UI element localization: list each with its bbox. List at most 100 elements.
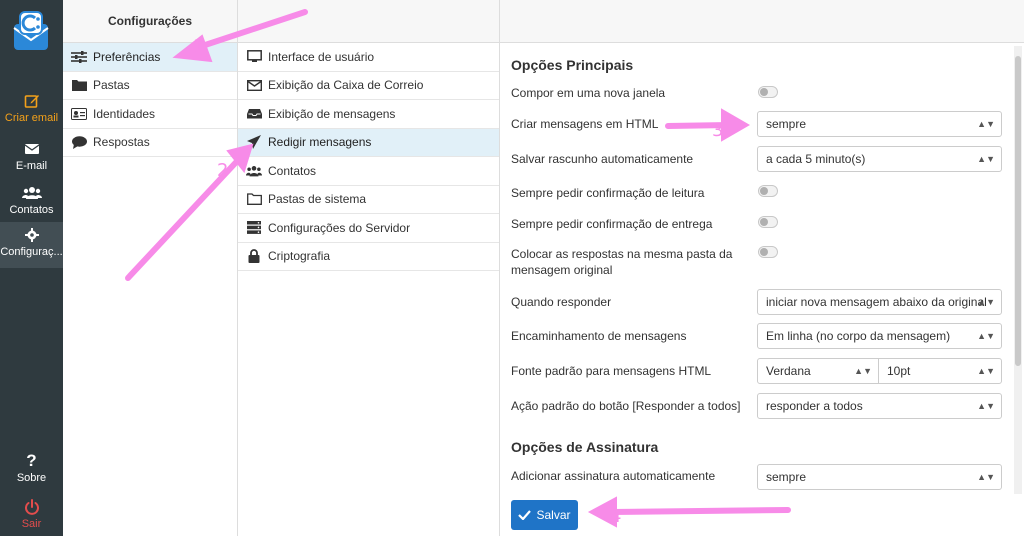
read-receipt-toggle[interactable]: [758, 185, 778, 197]
delivery-receipt-toggle[interactable]: [758, 216, 778, 228]
reply-same-folder-label: Colocar as respostas na mesma pasta da m…: [511, 247, 733, 277]
save-button[interactable]: Salvar: [511, 500, 578, 530]
reply-same-folder-toggle[interactable]: [758, 246, 778, 258]
select-arrows-icon: ▲▼: [977, 297, 995, 307]
check-icon: [518, 510, 532, 520]
draft-autosave-label: Salvar rascunho automaticamente: [511, 152, 694, 166]
subsection-item-label: Redigir mensagens: [268, 135, 372, 150]
section-item-responses[interactable]: Respostas: [63, 129, 237, 157]
envelope-icon: [24, 144, 39, 154]
monitor-icon: [246, 50, 262, 64]
subsection-item-encryption[interactable]: Criptografia: [238, 243, 499, 271]
compose-new-window-label: Compor em uma nova janela: [511, 86, 666, 100]
scrollbar-thumb[interactable]: [1015, 56, 1021, 366]
contacts-button[interactable]: Contatos: [0, 180, 63, 224]
html-compose-select[interactable]: sempre ▲▼: [757, 111, 1002, 137]
select-arrows-icon: ▲▼: [977, 366, 995, 376]
paper-plane-icon: [246, 135, 262, 150]
subsection-item-system-folders[interactable]: Pastas de sistema: [238, 186, 499, 214]
subsections-header: [238, 0, 499, 43]
logout-button[interactable]: Sair: [0, 494, 63, 536]
inbox-icon: [246, 107, 262, 121]
reply-all-value: responder a todos: [766, 399, 863, 413]
subsection-item-ui[interactable]: Interface de usuário: [238, 43, 499, 72]
signature-options-title: Opções de Assinatura: [511, 439, 659, 455]
font-size-select[interactable]: 10pt ▲▼: [878, 358, 1002, 384]
about-label: Sobre: [16, 472, 47, 484]
form-scrollbar[interactable]: [1014, 46, 1022, 494]
compose-new-window-toggle[interactable]: [758, 86, 778, 98]
draft-autosave-value: a cada 5 minuto(s): [766, 152, 866, 166]
subsection-item-label: Exibição da Caixa de Correio: [268, 78, 424, 93]
settings-button[interactable]: Configuraç...: [0, 222, 63, 268]
power-icon: [24, 499, 39, 515]
auto-signature-value: sempre: [766, 470, 807, 484]
reply-all-label: Ação padrão do botão [Responder a todos]: [511, 399, 741, 413]
html-compose-value: sempre: [766, 117, 807, 131]
default-font-label: Fonte padrão para mensagens HTML: [511, 364, 712, 378]
app-logo[interactable]: [10, 10, 52, 58]
form-header: [500, 0, 1024, 43]
subsection-item-label: Criptografia: [268, 249, 331, 264]
about-button[interactable]: ? Sobre: [0, 448, 63, 492]
mail-button[interactable]: E-mail: [0, 136, 63, 180]
section-item-label: Pastas: [93, 78, 130, 93]
compose-settings-form: Opções Principais Compor em uma nova jan…: [500, 0, 1024, 536]
subsection-item-label: Pastas de sistema: [268, 192, 367, 207]
preferences-subsections-panel: Interface de usuário Exibição da Caixa d…: [238, 0, 500, 536]
select-arrows-icon: ▲▼: [977, 401, 995, 411]
gear-icon: [24, 228, 39, 242]
section-item-folders[interactable]: Pastas: [63, 72, 237, 100]
settings-label: Configuraç...: [0, 246, 63, 258]
reply-mode-label: Quando responder: [511, 295, 612, 309]
sections-title: Configurações: [63, 0, 237, 43]
select-arrows-icon: ▲▼: [977, 119, 995, 129]
select-arrows-icon: ▲▼: [977, 154, 995, 164]
section-item-identities[interactable]: Identidades: [63, 100, 237, 129]
html-compose-label: Criar mensagens em HTML: [511, 117, 659, 131]
lock-icon: [246, 249, 262, 264]
comment-icon: [71, 135, 87, 149]
id-card-icon: [71, 107, 87, 121]
draft-autosave-select[interactable]: a cada 5 minuto(s) ▲▼: [757, 146, 1002, 172]
sliders-icon: [71, 50, 87, 64]
auto-signature-select[interactable]: sempre ▲▼: [757, 464, 1002, 490]
subsection-item-message-view[interactable]: Exibição de mensagens: [238, 100, 499, 129]
subsection-item-label: Interface de usuário: [268, 49, 375, 64]
subsection-item-label: Configurações do Servidor: [268, 220, 411, 235]
reply-all-select[interactable]: responder a todos ▲▼: [757, 393, 1002, 419]
section-item-label: Respostas: [93, 135, 150, 150]
select-arrows-icon: ▲▼: [977, 472, 995, 482]
logout-label: Sair: [21, 518, 42, 530]
font-size-value: 10pt: [887, 364, 911, 378]
settings-sections-panel: Configurações Preferências Pastas Identi…: [63, 0, 238, 536]
section-item-preferences[interactable]: Preferências: [63, 43, 237, 72]
delivery-receipt-label: Sempre pedir confirmação de entrega: [511, 217, 713, 231]
users-icon: [246, 164, 262, 178]
select-arrows-icon: ▲▼: [977, 331, 995, 341]
forward-mode-label: Encaminhamento de mensagens: [511, 329, 687, 343]
edit-icon: [24, 95, 39, 108]
font-family-value: Verdana: [766, 364, 811, 378]
reply-mode-select[interactable]: iniciar nova mensagem abaixo da original…: [757, 289, 1002, 315]
subsection-item-compose[interactable]: Redigir mensagens: [238, 128, 499, 157]
compose-button[interactable]: Criar email: [0, 88, 63, 132]
font-family-select[interactable]: Verdana ▲▼: [757, 358, 879, 384]
subsection-item-mailbox-view[interactable]: Exibição da Caixa de Correio: [238, 72, 499, 100]
read-receipt-label: Sempre pedir confirmação de leitura: [511, 186, 705, 200]
select-arrows-icon: ▲▼: [854, 366, 872, 376]
forward-mode-select[interactable]: Em linha (no corpo da mensagem) ▲▼: [757, 323, 1002, 349]
envelope-icon: [246, 78, 262, 92]
subsection-item-label: Exibição de mensagens: [268, 106, 396, 121]
reply-mode-value: iniciar nova mensagem abaixo da original: [766, 295, 987, 309]
main-options-title: Opções Principais: [511, 57, 634, 73]
mail-label: E-mail: [15, 160, 48, 172]
section-item-label: Identidades: [93, 106, 156, 121]
subsection-item-contacts[interactable]: Contatos: [238, 157, 499, 186]
subsection-item-server-settings[interactable]: Configurações do Servidor: [238, 214, 499, 243]
compose-label: Criar email: [4, 112, 59, 124]
server-icon: [246, 221, 262, 235]
subsection-item-label: Contatos: [268, 163, 317, 178]
contacts-label: Contatos: [9, 204, 54, 216]
forward-mode-value: Em linha (no corpo da mensagem): [766, 329, 951, 343]
